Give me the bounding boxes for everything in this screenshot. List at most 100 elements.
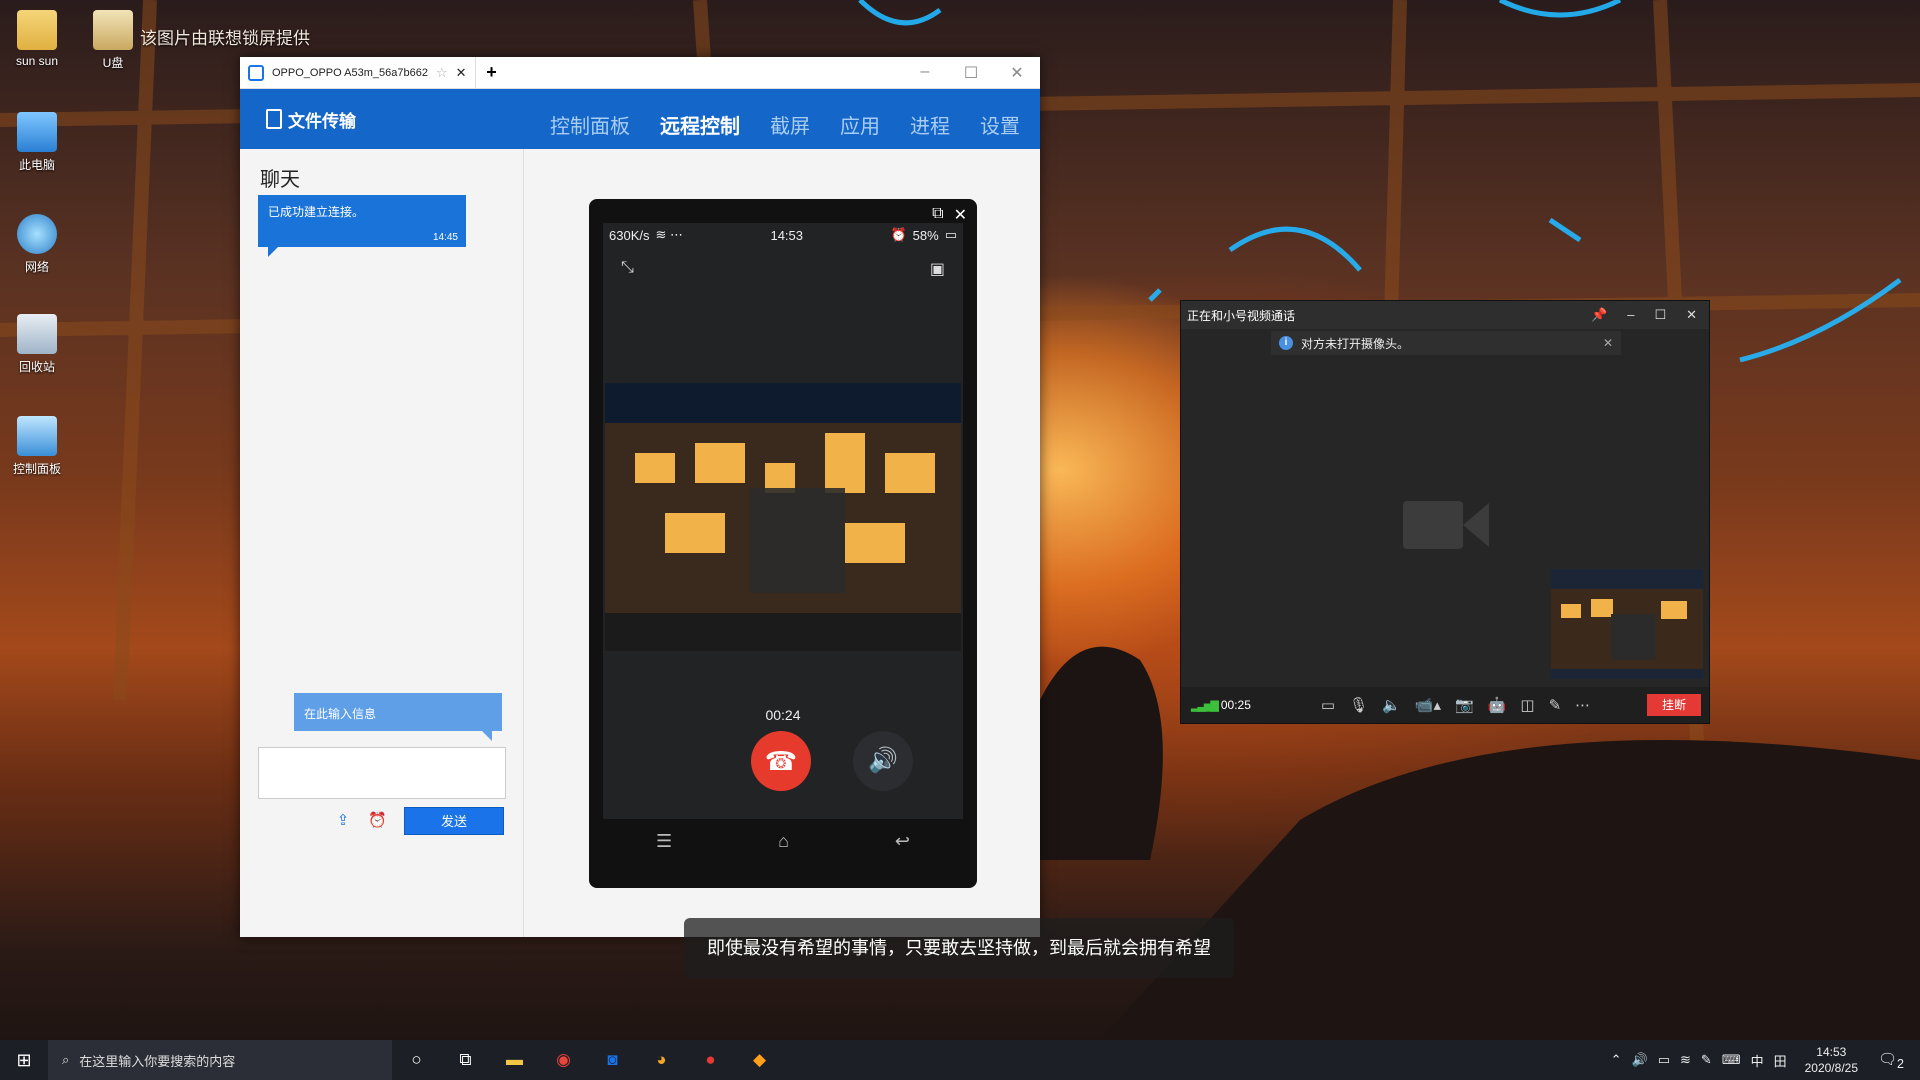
edit-icon[interactable]: ✎	[1549, 696, 1562, 714]
remote-screen-panel: ⧉ ✕ 630K/s ≋ ⋯ 14:53 ⏰ 58% ▭ ⤡ ▣ 00:24 ☎…	[524, 149, 1040, 937]
maximize-button[interactable]: ☐	[948, 63, 994, 83]
lockscreen-quote: 即使最没有希望的事情，只要敢去坚持做，到最后就会拥有希望	[684, 918, 1234, 978]
more-icon[interactable]: ⋯	[1575, 696, 1590, 714]
taskbar: ⊞ ⌕ 在这里输入你要搜索的内容 ○ ⧉ ▬ ◉ ◙ ◕ ● ◆ ⌃ 🔊 ▭ ≋…	[0, 1040, 1920, 1080]
network-icon	[17, 214, 57, 254]
window-controls: – ☐ ✕	[902, 63, 1040, 83]
robot-icon[interactable]: 🤖	[1488, 696, 1507, 714]
window-body: 聊天 已成功建立连接。 14:45 在此输入信息 ⇪ ⏰ 发送 ⧉ ✕ 630K…	[240, 149, 1040, 937]
notification-center-icon[interactable]: 🗨2	[1876, 1050, 1906, 1071]
taskbar-search[interactable]: ⌕ 在这里输入你要搜索的内容	[48, 1040, 392, 1080]
keyboard-icon[interactable]: ⌨	[1722, 1052, 1741, 1068]
user-folder-icon	[17, 10, 57, 50]
nav-menu: 控制面板 远程控制 截屏 应用 进程 设置	[550, 100, 1020, 139]
back-icon[interactable]: ↩	[895, 831, 910, 852]
nav-screenshot[interactable]: 截屏	[770, 110, 810, 139]
file-icon	[266, 109, 282, 129]
close-button[interactable]: ✕	[1686, 307, 1697, 323]
recorder-icon[interactable]: ●	[686, 1050, 735, 1070]
tray-expand-icon[interactable]: ⌃	[1611, 1052, 1622, 1068]
chat-message: 已成功建立连接。 14:45	[258, 195, 466, 257]
layout-icon[interactable]: ◫	[1520, 696, 1534, 714]
wifi-tray-icon[interactable]: ≋	[1680, 1052, 1691, 1068]
taskbar-apps: ○ ⧉ ▬ ◉ ◙ ◕ ● ◆	[392, 1050, 784, 1070]
nav-apps[interactable]: 应用	[840, 110, 880, 139]
task-view-icon[interactable]: ⧉	[441, 1050, 490, 1070]
camera-switch-icon[interactable]: ▣	[930, 259, 945, 279]
pen-icon[interactable]: ✎	[1701, 1052, 1712, 1068]
file-explorer-icon[interactable]: ▬	[490, 1050, 539, 1070]
home-icon[interactable]: ⌂	[778, 831, 789, 852]
send-button[interactable]: 发送	[404, 807, 504, 835]
phone-time: 14:53	[770, 227, 804, 243]
hangup-button[interactable]: 挂断	[1647, 694, 1701, 716]
desktop-icon-label: 网络	[24, 260, 49, 274]
desktop-icon-computer[interactable]: 此电脑	[2, 112, 72, 173]
popout-icon[interactable]: ⧉	[932, 205, 943, 225]
add-tab-button[interactable]: +	[476, 62, 508, 83]
ime-indicator[interactable]: 中	[1751, 1051, 1764, 1070]
cortana-icon[interactable]: ○	[392, 1050, 441, 1070]
close-icon[interactable]: ✕	[954, 205, 967, 225]
control-panel-icon	[17, 416, 57, 456]
desktop-icon-control-panel[interactable]: 控制面板	[2, 416, 72, 477]
close-notice-icon[interactable]: ✕	[1603, 336, 1613, 350]
start-button[interactable]: ⊞	[0, 1050, 48, 1071]
alarm-icon[interactable]: ⏰	[368, 811, 387, 829]
search-icon: ⌕	[62, 1052, 70, 1067]
video-camera-icon	[1403, 501, 1489, 549]
net-speed: 630K/s	[609, 227, 650, 243]
cube-app-icon[interactable]: ◆	[735, 1050, 784, 1070]
phone-screen[interactable]: 630K/s ≋ ⋯ 14:53 ⏰ 58% ▭ ⤡ ▣ 00:24 ☎ 🔊 ☰…	[603, 223, 963, 863]
shrink-icon[interactable]: ⤡	[621, 259, 634, 279]
speaker-button[interactable]: 🔊	[853, 731, 913, 791]
ime-mode-icon[interactable]: 田	[1774, 1051, 1787, 1070]
alarm-status-icon: ⏰	[890, 227, 907, 242]
phone-status-bar: 630K/s ≋ ⋯ 14:53 ⏰ 58% ▭	[603, 223, 963, 247]
usb-drive-icon	[93, 10, 133, 50]
nav-settings[interactable]: 设置	[980, 110, 1020, 139]
self-view-thumbnail[interactable]	[1551, 569, 1703, 679]
nav-remote-control[interactable]: 远程控制	[660, 110, 740, 139]
chat-message-time: 14:45	[432, 232, 458, 243]
desktop-icon-recycle-bin[interactable]: 回收站	[2, 314, 72, 375]
minimize-button[interactable]: –	[1627, 307, 1634, 323]
send-file-icon[interactable]: ⇪	[334, 811, 352, 829]
chrome-icon[interactable]: ◉	[539, 1050, 588, 1070]
video-call-titlebar: 正在和小号视频通话 📌 – ☐ ✕	[1181, 301, 1709, 329]
menu-icon[interactable]: ☰	[656, 831, 672, 852]
close-button[interactable]: ✕	[994, 63, 1040, 83]
hang-up-button[interactable]: ☎	[751, 731, 811, 791]
device-tab-title: OPPO_OPPO A53m_56a7b662	[272, 66, 428, 79]
camera-icon[interactable]: 📹▴	[1415, 696, 1441, 714]
star-icon[interactable]: ☆	[436, 65, 448, 81]
volume-icon[interactable]: 🔊	[1632, 1052, 1648, 1068]
lockscreen-watermark: 该图片由联想锁屏提供	[140, 29, 310, 48]
file-transfer-label: 文件传输	[288, 111, 356, 131]
microphone-icon[interactable]: 🎙	[1349, 696, 1368, 714]
shared-video-frame	[605, 383, 961, 651]
device-tab[interactable]: OPPO_OPPO A53m_56a7b662 ☆ ✕	[240, 56, 476, 89]
battery-tray-icon[interactable]: ▭	[1658, 1052, 1670, 1068]
desktop-icon-network[interactable]: 网络	[2, 214, 72, 275]
message-input[interactable]	[258, 747, 506, 799]
video-tools: ▭ 🎙 🔈 📹▴ 📷 🤖 ◫ ✎ ⋯	[1321, 696, 1590, 714]
phone-frame: ⧉ ✕ 630K/s ≋ ⋯ 14:53 ⏰ 58% ▭ ⤡ ▣ 00:24 ☎…	[589, 199, 977, 888]
nav-processes[interactable]: 进程	[910, 110, 950, 139]
desktop-icon-label: sun sun	[15, 54, 59, 68]
maximize-button[interactable]: ☐	[1654, 307, 1666, 323]
screenshot-icon[interactable]: 📷	[1455, 696, 1474, 714]
desktop-icon-user-folder[interactable]: sun sun	[2, 10, 72, 68]
taskbar-clock[interactable]: 14:53 2020/8/25	[1805, 1044, 1858, 1076]
speaker-icon[interactable]: 🔈	[1382, 696, 1401, 714]
desktop-icon-usb[interactable]: U盘	[78, 10, 148, 71]
file-transfer-button[interactable]: 文件传输	[266, 107, 356, 132]
close-tab-icon[interactable]: ✕	[456, 65, 467, 81]
minimize-button[interactable]: –	[902, 63, 948, 83]
qq-icon[interactable]: ◕	[637, 1050, 686, 1070]
pin-icon[interactable]: 📌	[1591, 307, 1607, 323]
remote-app-icon[interactable]: ◙	[588, 1050, 637, 1070]
video-window-controls: 📌 – ☐ ✕	[1591, 307, 1697, 323]
nav-control-panel[interactable]: 控制面板	[550, 110, 630, 139]
chat-icon[interactable]: ▭	[1321, 696, 1335, 714]
